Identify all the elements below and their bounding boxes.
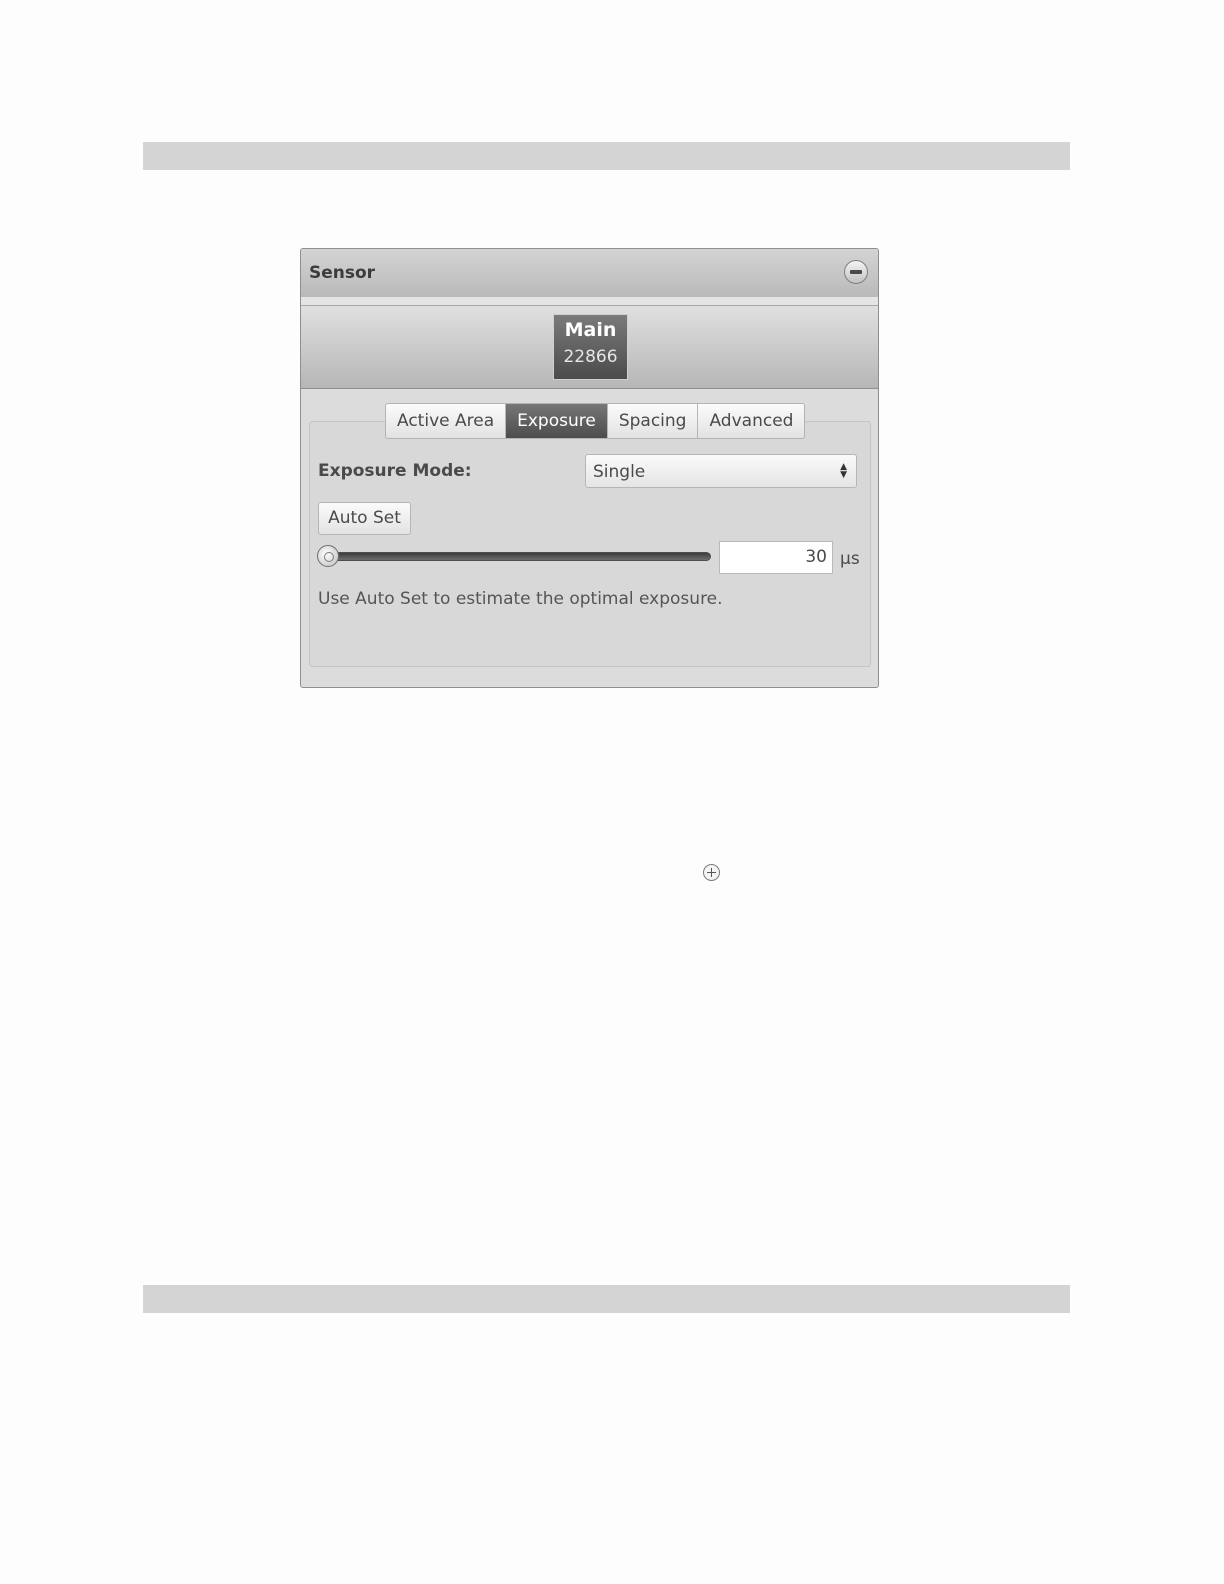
sensor-chip-main[interactable]: Main 22866: [553, 314, 628, 380]
zoom-in-icon: [703, 864, 720, 881]
bottom-band: [143, 1285, 1070, 1313]
exposure-mode-label: Exposure Mode:: [318, 461, 472, 481]
sensor-name: Main: [564, 319, 617, 341]
exposure-hint: Use Auto Set to estimate the optimal exp…: [318, 589, 723, 609]
exposure-slider-track[interactable]: [321, 552, 711, 561]
top-band: [143, 142, 1070, 170]
exposure-mode-select[interactable]: Single ▲ ▼: [585, 454, 857, 488]
sensor-serial: 22866: [563, 347, 618, 367]
exposure-mode-value: Single: [593, 462, 646, 482]
tab-spacing[interactable]: Spacing: [608, 404, 699, 438]
tab-advanced[interactable]: Advanced: [698, 404, 804, 438]
exposure-unit: µs: [840, 549, 860, 569]
exposure-slider-handle[interactable]: [317, 545, 339, 567]
tab-exposure[interactable]: Exposure: [506, 404, 608, 438]
minus-circle-icon[interactable]: [844, 260, 868, 284]
select-arrows-icon: ▲ ▼: [840, 462, 847, 480]
exposure-value-input[interactable]: 30: [719, 541, 833, 574]
auto-set-button[interactable]: Auto Set: [318, 502, 411, 535]
tab-active-area[interactable]: Active Area: [386, 404, 507, 438]
sensor-panel: Sensor Main 22866 Active Area Exposure S…: [300, 248, 879, 688]
sensor-strip: Main 22866: [301, 306, 878, 389]
panel-header: Sensor: [301, 249, 878, 298]
panel-title: Sensor: [309, 263, 376, 283]
tab-bar: Active Area Exposure Spacing Advanced: [385, 403, 806, 439]
header-separator: [301, 297, 878, 306]
